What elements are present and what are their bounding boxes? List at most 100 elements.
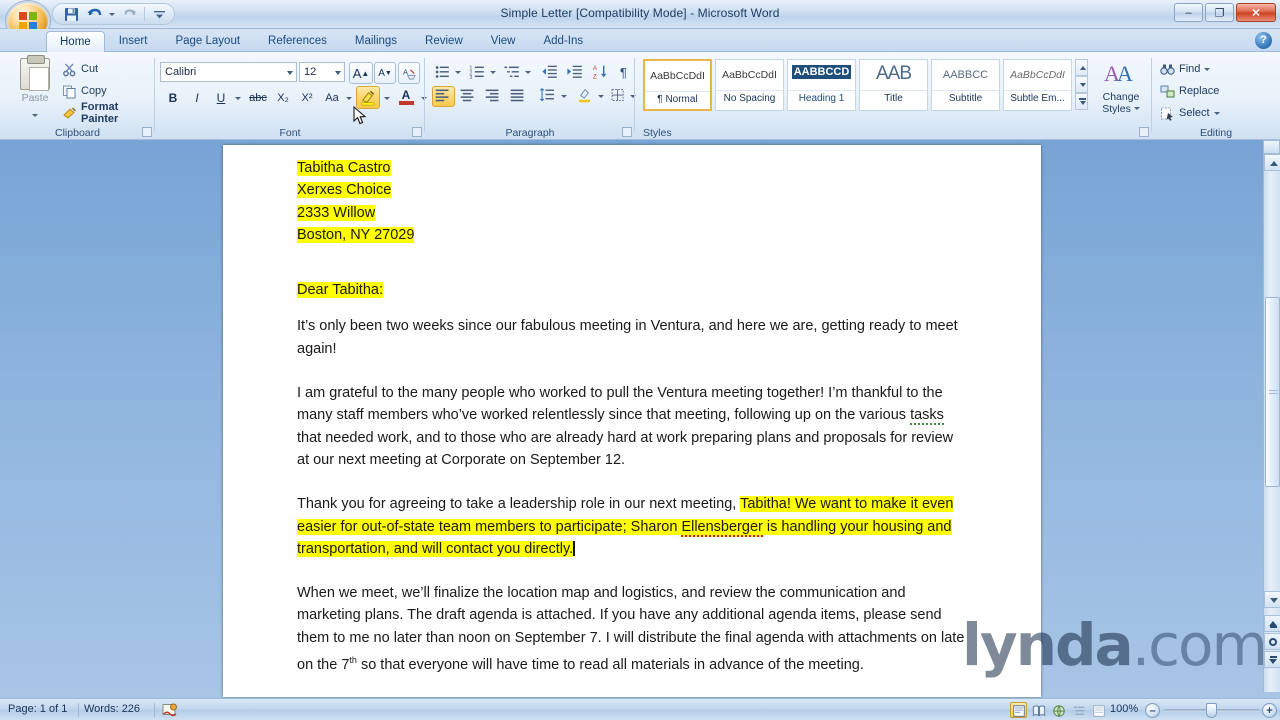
outline-view-button[interactable] xyxy=(1070,702,1087,718)
multilevel-list-dropdown-icon[interactable] xyxy=(525,71,531,74)
justify-button[interactable] xyxy=(507,86,530,107)
format-painter-button[interactable]: Format Painter xyxy=(62,101,155,125)
line-spacing-button[interactable] xyxy=(538,86,559,107)
zoom-out-button[interactable]: – xyxy=(1145,703,1160,718)
change-case-dropdown-icon[interactable] xyxy=(346,97,352,100)
clipboard-dialog-launcher[interactable] xyxy=(142,127,152,137)
style-heading-1[interactable]: AABBCCD Heading 1 xyxy=(787,59,856,111)
grammar-error-word[interactable]: tasks xyxy=(910,407,944,426)
find-button[interactable]: Find xyxy=(1160,60,1211,78)
align-center-button[interactable] xyxy=(457,86,480,107)
tab-home[interactable]: Home xyxy=(46,31,105,53)
draft-view-button[interactable] xyxy=(1090,702,1107,718)
underline-button[interactable]: U xyxy=(210,87,232,109)
page-indicator[interactable]: Page: 1 of 1 xyxy=(8,703,67,715)
superscript-button[interactable]: X² xyxy=(296,87,318,109)
minimize-button[interactable]: – xyxy=(1174,3,1203,22)
zoom-slider-thumb[interactable] xyxy=(1206,703,1217,718)
style-normal[interactable]: AaBbCcDdI ¶ Normal xyxy=(643,59,712,111)
increase-indent-button[interactable] xyxy=(565,62,588,82)
styles-more-button[interactable] xyxy=(1075,93,1088,110)
scrollbar-thumb[interactable] xyxy=(1265,297,1280,487)
paste-button[interactable]: Paste xyxy=(10,55,60,120)
align-right-button[interactable] xyxy=(482,86,505,107)
help-icon[interactable]: ? xyxy=(1255,32,1272,49)
align-left-button[interactable] xyxy=(432,86,455,107)
change-styles-button[interactable]: A A Change Styles xyxy=(1093,60,1149,115)
style-no-spacing[interactable]: AaBbCcDdI No Spacing xyxy=(715,59,784,111)
strikethrough-button[interactable]: abc xyxy=(246,87,270,109)
shading-button[interactable] xyxy=(575,86,596,107)
undo-dropdown-icon[interactable] xyxy=(109,12,115,16)
paste-dropdown-icon[interactable] xyxy=(32,114,38,117)
restore-button[interactable]: ❐ xyxy=(1205,3,1234,22)
underline-dropdown-icon[interactable] xyxy=(235,97,241,100)
show-formatting-marks-button[interactable]: ¶ xyxy=(614,62,633,82)
print-layout-view-button[interactable] xyxy=(1010,702,1027,718)
replace-button[interactable]: Replace xyxy=(1160,82,1219,100)
tab-view[interactable]: View xyxy=(477,30,530,52)
tab-review[interactable]: Review xyxy=(411,30,477,52)
scroll-down-button[interactable] xyxy=(1264,591,1280,608)
text-highlight-color-button[interactable] xyxy=(356,86,380,109)
paragraph-dialog-launcher[interactable] xyxy=(622,127,632,137)
document-page[interactable]: Tabitha Castro Xerxes Choice 2333 Willow… xyxy=(223,145,1041,717)
tab-mailings[interactable]: Mailings xyxy=(341,30,411,52)
copy-button[interactable]: Copy xyxy=(62,82,107,100)
styles-scroll-up-button[interactable] xyxy=(1075,59,1088,76)
zoom-level[interactable]: 100% xyxy=(1110,703,1138,715)
quick-access-toolbar[interactable] xyxy=(52,3,175,25)
font-name-dropdown-icon[interactable] xyxy=(287,71,293,75)
clear-formatting-button[interactable]: A xyxy=(398,62,420,84)
document-body[interactable]: Tabitha Castro Xerxes Choice 2333 Willow… xyxy=(297,157,969,720)
font-color-button[interactable]: A xyxy=(394,86,418,108)
select-dropdown-icon[interactable] xyxy=(1213,111,1220,115)
bullets-dropdown-icon[interactable] xyxy=(455,71,461,74)
word-count[interactable]: Words: 226 xyxy=(84,703,140,715)
select-browse-object-button[interactable] xyxy=(1264,633,1280,650)
spelling-error-word[interactable]: Ellensberger xyxy=(681,518,763,537)
style-subtitle[interactable]: AABBCC Subtitle xyxy=(931,59,1000,111)
italic-button[interactable]: I xyxy=(186,87,208,109)
bold-button[interactable]: B xyxy=(162,87,184,109)
font-size-dropdown-icon[interactable] xyxy=(335,71,341,75)
multilevel-list-button[interactable] xyxy=(502,62,523,82)
style-title[interactable]: AAB Title xyxy=(859,59,928,111)
change-styles-dropdown-icon[interactable] xyxy=(1133,107,1140,110)
tab-page-layout[interactable]: Page Layout xyxy=(161,30,254,52)
numbering-button[interactable]: 123 xyxy=(467,62,488,82)
decrease-indent-button[interactable] xyxy=(540,62,563,82)
scroll-up-button[interactable] xyxy=(1264,154,1280,171)
font-size-input[interactable]: 12 xyxy=(299,62,345,82)
font-name-input[interactable]: Calibri xyxy=(160,62,297,82)
close-button[interactable]: ✕ xyxy=(1236,3,1276,22)
numbering-dropdown-icon[interactable] xyxy=(490,71,496,74)
full-screen-reading-view-button[interactable] xyxy=(1030,702,1047,718)
tab-insert[interactable]: Insert xyxy=(105,30,162,52)
next-page-button[interactable] xyxy=(1264,651,1280,668)
find-dropdown-icon[interactable] xyxy=(1204,67,1211,71)
grow-font-button[interactable]: A ▲ xyxy=(349,62,373,84)
split-window-handle[interactable] xyxy=(1263,140,1280,154)
subscript-button[interactable]: X₂ xyxy=(272,87,294,109)
shrink-font-button[interactable]: A ▼ xyxy=(374,62,396,84)
customize-quick-access-toolbar-icon[interactable] xyxy=(151,6,168,23)
style-subtle-emphasis[interactable]: AaBbCcDdI Subtle Em... xyxy=(1003,59,1072,111)
save-icon[interactable] xyxy=(63,6,80,23)
styles-scroll-down-button[interactable] xyxy=(1075,76,1088,93)
change-case-button[interactable]: Aa xyxy=(320,87,344,109)
proofing-errors-icon[interactable] xyxy=(162,702,178,720)
zoom-in-button[interactable]: + xyxy=(1262,703,1277,718)
highlight-color-dropdown-icon[interactable] xyxy=(384,97,390,100)
web-layout-view-button[interactable] xyxy=(1050,702,1067,718)
shading-dropdown-icon[interactable] xyxy=(598,95,604,98)
sort-button[interactable]: AZ xyxy=(591,62,611,82)
previous-page-button[interactable] xyxy=(1264,615,1280,632)
undo-icon[interactable] xyxy=(86,6,103,23)
redo-icon[interactable] xyxy=(121,6,138,23)
bullets-button[interactable] xyxy=(432,62,453,82)
cut-button[interactable]: Cut xyxy=(62,60,98,78)
tab-references[interactable]: References xyxy=(254,30,341,52)
line-spacing-dropdown-icon[interactable] xyxy=(561,95,567,98)
styles-dialog-launcher[interactable] xyxy=(1139,127,1149,137)
